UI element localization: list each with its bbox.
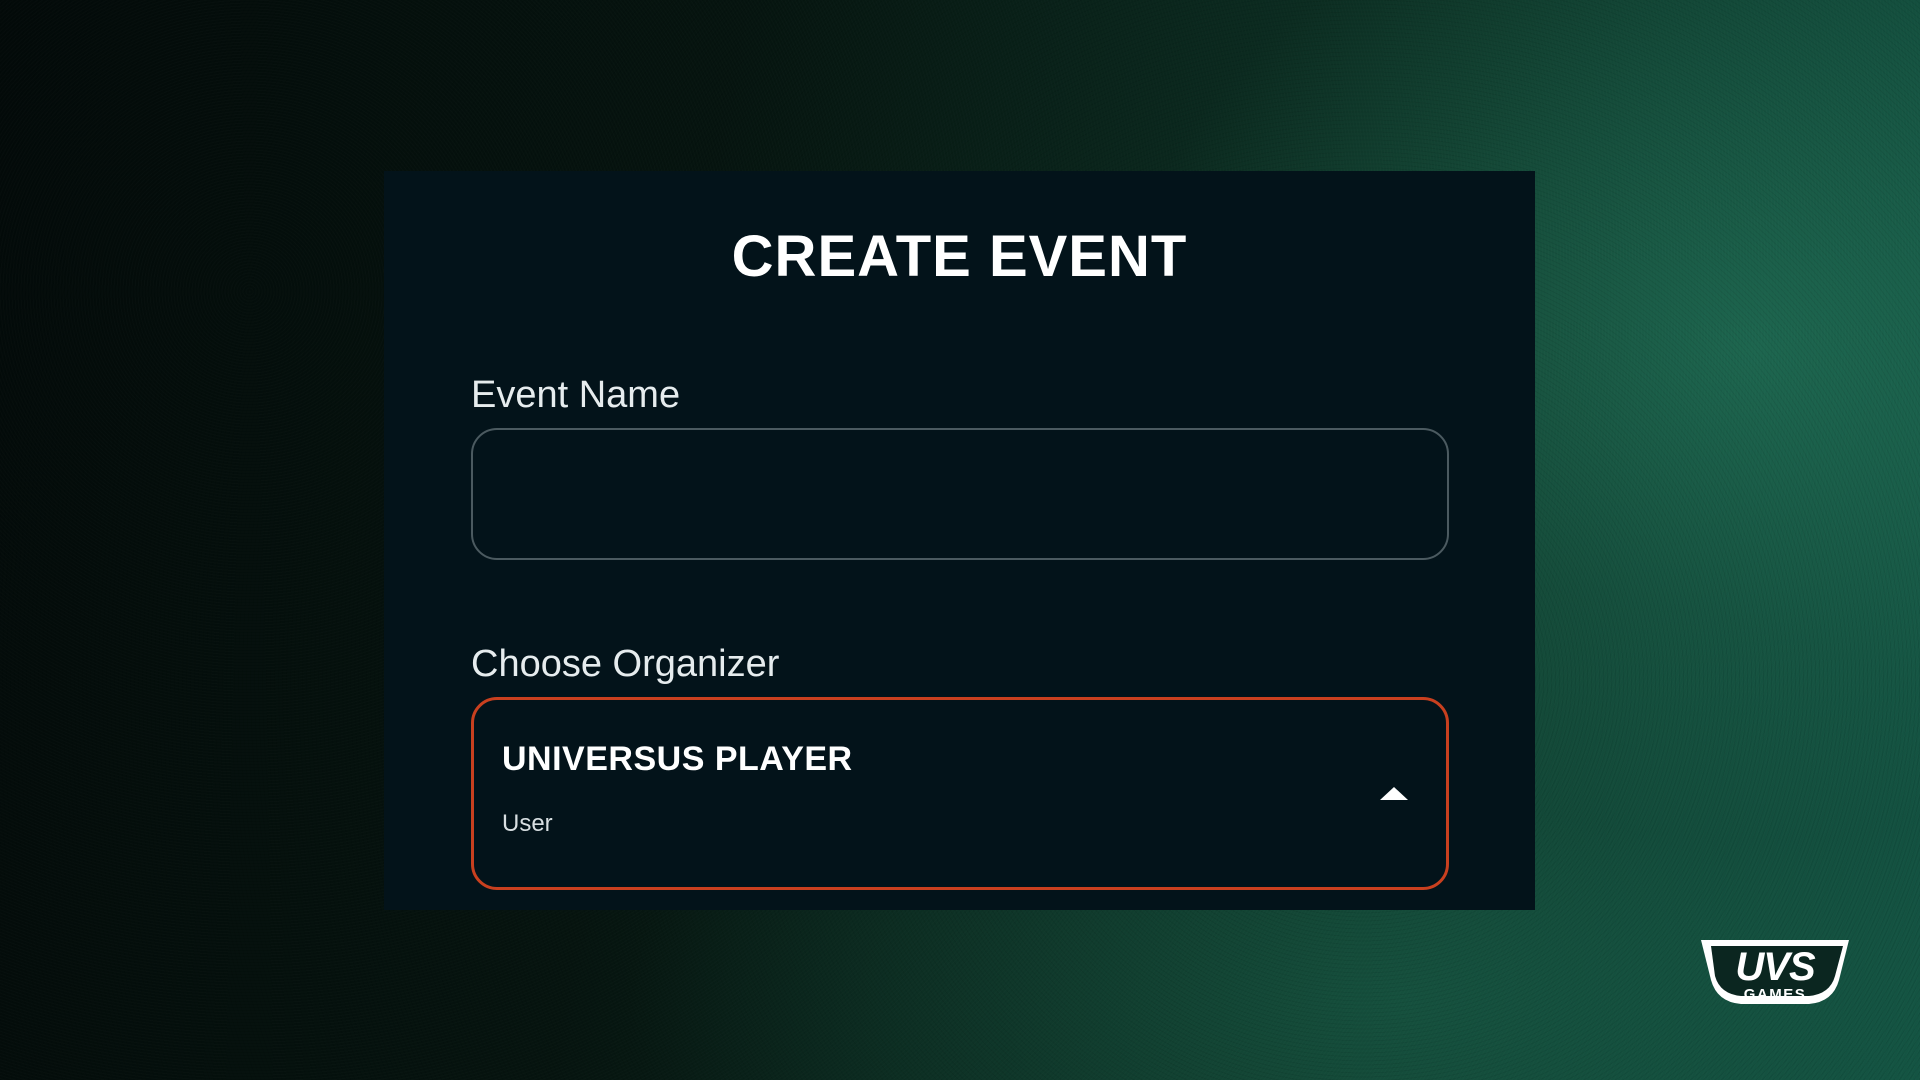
- organizer-select[interactable]: UNIVERSUS PLAYER User: [471, 697, 1449, 890]
- logo-mark-text: UVS: [1735, 945, 1816, 989]
- event-name-label: Event Name: [471, 374, 681, 416]
- event-name-input[interactable]: [471, 428, 1449, 560]
- logo-subtext: GAMES: [1744, 986, 1807, 1003]
- dialog-title: CREATE EVENT: [731, 224, 1188, 289]
- uvs-games-logo: UVS GAMES: [1701, 940, 1849, 1004]
- organizer-selected-role: User: [502, 810, 553, 837]
- create-event-dialog: CREATE EVENT Event Name Choose Organizer…: [384, 171, 1535, 910]
- organizer-selected-name: UNIVERSUS PLAYER: [502, 740, 853, 778]
- chevron-up-icon[interactable]: [1380, 787, 1408, 800]
- organizer-label: Choose Organizer: [471, 643, 780, 685]
